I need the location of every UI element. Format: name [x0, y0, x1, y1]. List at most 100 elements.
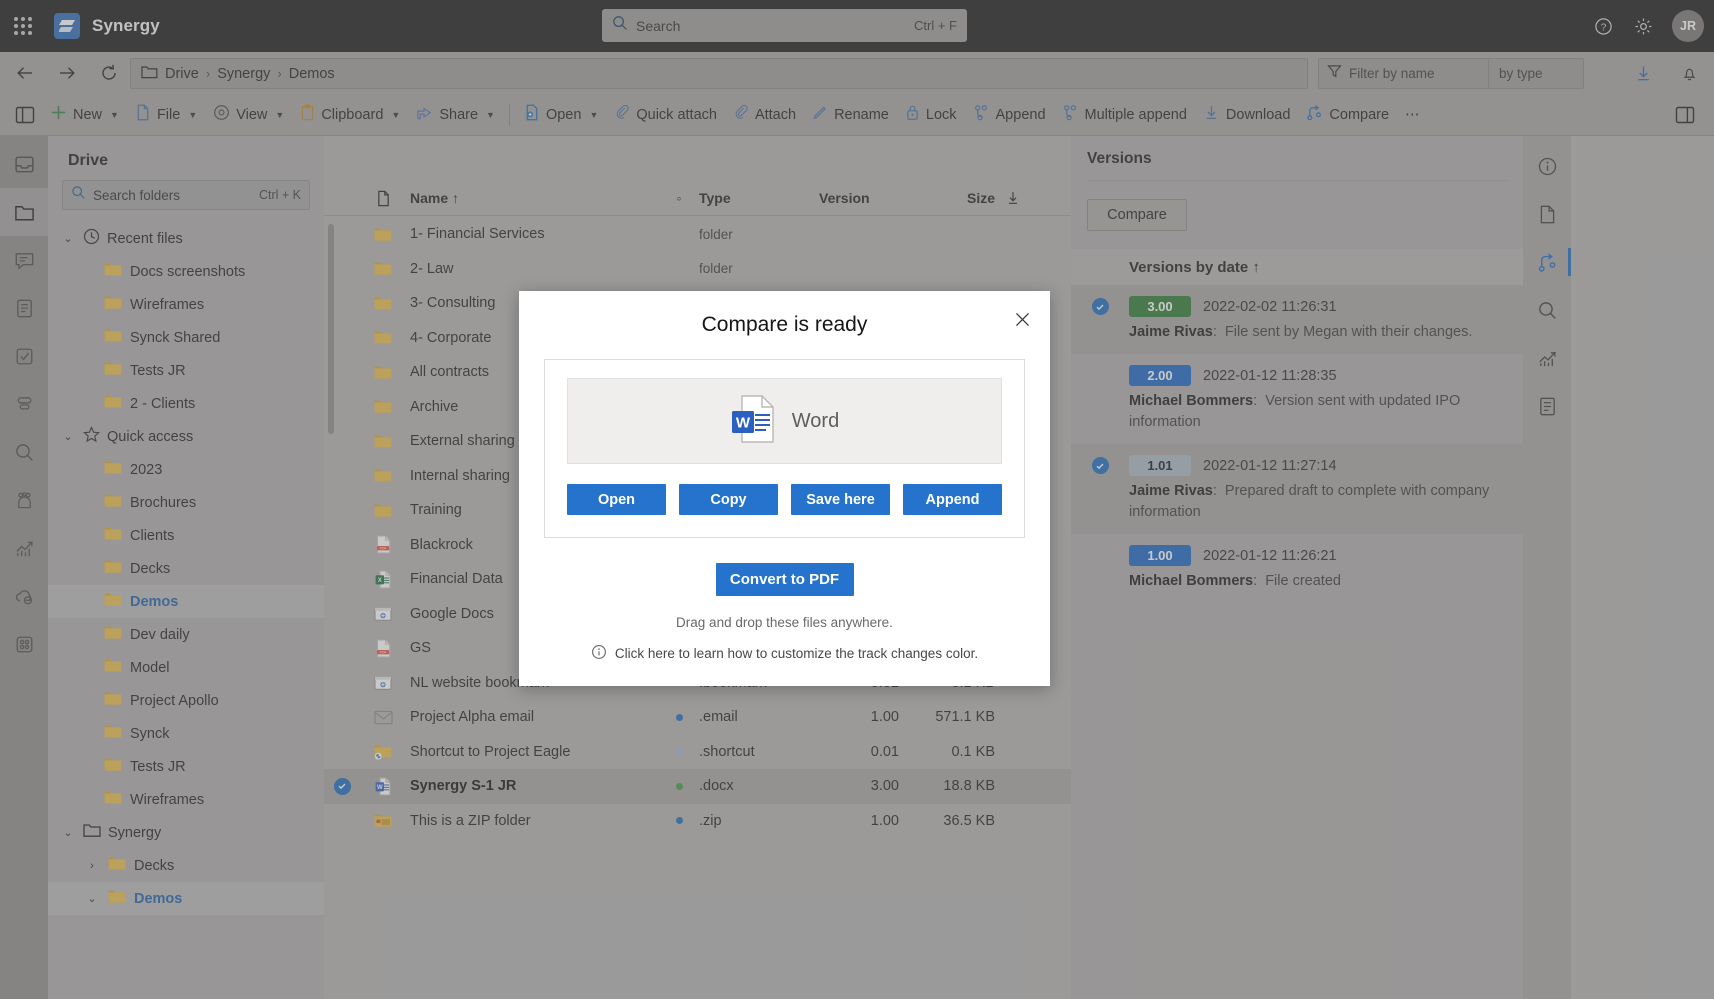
sidebar-rail-tasks[interactable]	[0, 332, 48, 380]
ribbon-file-button[interactable]: File ▼	[127, 99, 205, 131]
search-folders-input[interactable]: Search folders Ctrl + K	[62, 180, 310, 210]
sidebar-item-demos[interactable]: Demos	[48, 585, 324, 618]
table-row[interactable]: This is a ZIP folder .zip 1.00 36.5 KB	[324, 804, 1071, 839]
sidebar-item-decks[interactable]: › Decks	[48, 849, 324, 882]
sidebar-rail-search[interactable]	[0, 428, 48, 476]
ribbon-quick-attach-button[interactable]: Quick attach	[606, 99, 725, 131]
sidebar-item-docs-screenshots[interactable]: Docs screenshots	[48, 255, 324, 288]
table-row[interactable]: W Synergy S-1 JR .docx 3.00 18.8 KB	[324, 769, 1071, 804]
ribbon-overflow-button[interactable]: ⋯	[1397, 99, 1428, 131]
compare-button[interactable]: Compare	[1087, 199, 1187, 231]
ribbon-attach-button[interactable]: Attach	[725, 99, 804, 131]
chevron-right-icon[interactable]: ›	[84, 860, 100, 872]
sidebar-item-synck[interactable]: Synck	[48, 717, 324, 750]
toggle-left-pane-icon[interactable]	[8, 99, 42, 131]
toggle-right-pane-icon[interactable]	[1668, 99, 1702, 131]
table-row[interactable]: Project Alpha email .email 1.00 571.1 KB	[324, 700, 1071, 735]
sidebar-group-synergy[interactable]: ⌄ Synergy	[48, 816, 324, 849]
sidebar-item-synck-shared[interactable]: Synck Shared	[48, 321, 324, 354]
sidebar-rail-inbox[interactable]	[0, 140, 48, 188]
sidebar-item-2-clients[interactable]: 2 - Clients	[48, 387, 324, 420]
version-checkbox[interactable]	[1071, 296, 1129, 343]
ribbon-download-button[interactable]: Download	[1195, 99, 1299, 131]
version-checkbox[interactable]	[1071, 545, 1129, 592]
ribbon-share-button[interactable]: Share ▼	[408, 99, 503, 131]
file-list-scrollbar[interactable]	[328, 224, 334, 434]
copy-button[interactable]: Copy	[679, 484, 778, 515]
right-rail-versions[interactable]	[1523, 238, 1571, 286]
right-rail-analytics[interactable]	[1523, 334, 1571, 382]
version-row[interactable]: 1.00 2022-01-12 11:26:21 Michael Bommers: …	[1071, 534, 1523, 603]
append-button[interactable]: Append	[903, 484, 1002, 515]
open-button[interactable]: Open	[567, 484, 666, 515]
app-launcher-icon[interactable]	[0, 17, 46, 35]
download-icon[interactable]	[995, 190, 1031, 206]
sidebar-group-recent-files[interactable]: ⌄ Recent files	[48, 222, 324, 255]
table-row[interactable]: Shortcut to Project Eagle .shortcut 0.01 0.…	[324, 735, 1071, 770]
right-rail-search[interactable]	[1523, 286, 1571, 334]
sidebar-item-dev-daily[interactable]: Dev daily	[48, 618, 324, 651]
sidebar-item-brochures[interactable]: Brochures	[48, 486, 324, 519]
save-here-button[interactable]: Save here	[791, 484, 890, 515]
ribbon-clipboard-button[interactable]: Clipboard ▼	[292, 99, 408, 131]
ribbon-view-button[interactable]: View ▼	[205, 99, 292, 131]
sidebar-rail-chat[interactable]	[0, 236, 48, 284]
ribbon-rename-button[interactable]: Rename	[804, 99, 897, 131]
version-row[interactable]: 1.01 2022-01-12 11:27:14 Jaime Rivas: Prep…	[1071, 444, 1523, 535]
column-header-dot[interactable]: ◦	[659, 190, 699, 206]
breadcrumb-item-drive[interactable]: Drive	[165, 66, 199, 82]
table-row[interactable]: 2- Law folder	[324, 252, 1071, 287]
right-rail-document[interactable]	[1523, 190, 1571, 238]
sidebar-group-quick-access[interactable]: ⌄ Quick access	[48, 420, 324, 453]
convert-to-pdf-button[interactable]: Convert to PDF	[715, 563, 854, 596]
column-header-version[interactable]: Version	[819, 190, 909, 206]
ribbon-open-button[interactable]: Open ▼	[516, 99, 606, 131]
close-icon[interactable]	[1008, 305, 1036, 333]
chevron-down-icon[interactable]: ⌄	[60, 826, 76, 839]
sidebar-rail-cloud-sync[interactable]	[0, 572, 48, 620]
gear-icon[interactable]	[1626, 9, 1660, 43]
ribbon-compare-button[interactable]: Compare	[1298, 99, 1397, 131]
versions-sort-header[interactable]: Versions by date ↑	[1071, 249, 1523, 285]
sidebar-rail-stack[interactable]	[0, 380, 48, 428]
ribbon-new-button[interactable]: New ▼	[42, 99, 127, 131]
track-changes-color-link[interactable]: Click here to learn how to customize the…	[519, 644, 1050, 663]
filter-by-type-dropdown[interactable]: by type	[1488, 58, 1584, 89]
arrow-left-icon[interactable]	[8, 56, 42, 90]
sidebar-item-tests-jr[interactable]: Tests JR	[48, 750, 324, 783]
chevron-down-icon[interactable]: ⌄	[84, 892, 100, 905]
sidebar-rail-drive[interactable]	[0, 188, 48, 236]
sidebar-item-project-apollo[interactable]: Project Apollo	[48, 684, 324, 717]
sidebar-item-wireframes[interactable]: Wireframes	[48, 288, 324, 321]
chevron-down-icon[interactable]: ⌄	[60, 232, 76, 245]
ribbon-multiple-append-button[interactable]: Multiple append	[1054, 99, 1195, 131]
download-icon[interactable]	[1626, 56, 1660, 90]
ribbon-append-button[interactable]: Append	[965, 99, 1054, 131]
sidebar-item-model[interactable]: Model	[48, 651, 324, 684]
version-row[interactable]: 2.00 2022-01-12 11:28:35 Michael Bommers: …	[1071, 354, 1523, 444]
column-header-type[interactable]: Type	[699, 190, 819, 206]
chevron-down-icon[interactable]: ⌄	[60, 430, 76, 443]
column-header-size[interactable]: Size	[909, 190, 995, 206]
sidebar-rail-apps[interactable]	[0, 620, 48, 668]
version-checkbox[interactable]	[1071, 455, 1129, 523]
ribbon-lock-button[interactable]: Lock	[897, 99, 965, 131]
right-rail-form[interactable]	[1523, 382, 1571, 430]
right-rail-info[interactable]	[1523, 142, 1571, 190]
sidebar-item-clients[interactable]: Clients	[48, 519, 324, 552]
filter-by-name-input[interactable]: Filter by name	[1318, 58, 1488, 89]
sidebar-item-wireframes[interactable]: Wireframes	[48, 783, 324, 816]
sidebar-item-2023[interactable]: 2023	[48, 453, 324, 486]
notification-bell-icon[interactable]	[1672, 56, 1706, 90]
sidebar-item-demos[interactable]: ⌄ Demos	[48, 882, 324, 915]
sidebar-rail-teams[interactable]	[0, 476, 48, 524]
sidebar-item-tests-jr[interactable]: Tests JR	[48, 354, 324, 387]
row-checkbox[interactable]	[324, 777, 360, 795]
sidebar-rail-notes[interactable]	[0, 284, 48, 332]
refresh-icon[interactable]	[92, 56, 126, 90]
sidebar-item-decks[interactable]: Decks	[48, 552, 324, 585]
global-search-input[interactable]: Search Ctrl + F	[602, 9, 967, 42]
help-icon[interactable]: ?	[1586, 9, 1620, 43]
avatar[interactable]: JR	[1672, 10, 1704, 42]
breadcrumb-item-demos[interactable]: Demos	[289, 66, 335, 82]
